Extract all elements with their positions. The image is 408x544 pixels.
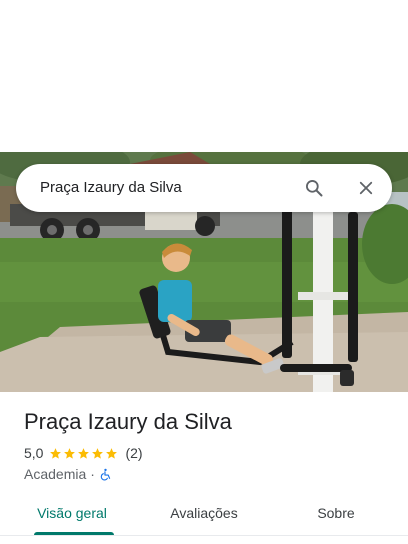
- rating-row[interactable]: 5,0 (2): [24, 444, 143, 462]
- search-icon: [306, 180, 323, 197]
- star-rating: [49, 447, 119, 460]
- close-button[interactable]: [350, 172, 382, 204]
- tab-reviews[interactable]: Avaliações: [156, 494, 252, 534]
- place-title: Praça Izaury da Silva: [24, 409, 232, 434]
- search-bar[interactable]: Praça Izaury da Silva: [16, 164, 392, 212]
- star-icon: [50, 447, 62, 459]
- rating-value: 5,0: [24, 445, 44, 461]
- tabs-divider: [0, 535, 408, 536]
- tab-overview[interactable]: Visão geral: [24, 494, 120, 534]
- place-category[interactable]: Academia: [24, 466, 86, 482]
- star-icon: [92, 447, 104, 459]
- star-icon: [106, 447, 118, 459]
- wheelchair-icon: [100, 468, 111, 480]
- star-icon: [78, 447, 90, 459]
- category-row: Academia ·: [24, 465, 112, 483]
- place-panel: Praça Izaury da Silva Praça Izaury da Si…: [0, 0, 408, 544]
- separator-dot: ·: [90, 466, 95, 482]
- star-icon: [64, 447, 76, 459]
- review-count[interactable]: (2): [125, 445, 142, 461]
- tab-about[interactable]: Sobre: [296, 494, 376, 534]
- search-button[interactable]: [298, 172, 330, 204]
- close-icon: [359, 181, 373, 195]
- tab-bar: Visão geral Avaliações Sobre: [0, 494, 408, 536]
- search-input[interactable]: Praça Izaury da Silva: [40, 164, 182, 212]
